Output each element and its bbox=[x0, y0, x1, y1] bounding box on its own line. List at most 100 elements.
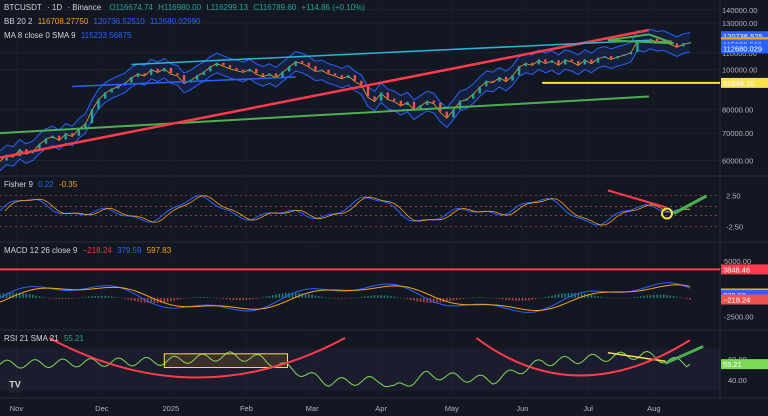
macd-histogram-bar bbox=[515, 297, 517, 301]
macd-histogram-bar bbox=[449, 297, 451, 302]
macd-histogram-bar bbox=[58, 297, 60, 300]
candle bbox=[314, 66, 317, 71]
candle bbox=[215, 62, 219, 67]
macd-histogram-bar bbox=[386, 295, 389, 298]
macd-histogram-bar bbox=[278, 293, 281, 298]
macd-histogram-bar bbox=[110, 296, 113, 298]
fisher-legend[interactable]: Fisher 9 0.22 -0.35 bbox=[4, 180, 80, 190]
price-tick-label: 60000.00 bbox=[722, 157, 753, 166]
fisher-legend-name: Fisher 9 bbox=[4, 180, 33, 189]
macd-histogram-bar bbox=[245, 297, 248, 301]
macd-histogram-bar bbox=[465, 297, 468, 299]
macd-histogram-bar bbox=[639, 296, 642, 298]
macd-histogram-bar bbox=[590, 294, 593, 298]
symbol-legend[interactable]: BTCUSDT · 1D · Binance O116674.74 H11698… bbox=[4, 3, 368, 13]
macd-histogram-bar bbox=[81, 297, 83, 298]
macd-histogram-bar bbox=[101, 295, 103, 298]
macd-histogram-bar bbox=[130, 297, 133, 301]
ohlc-high: H116980.00 bbox=[158, 3, 202, 12]
candle bbox=[202, 71, 205, 76]
macd-histogram-bar bbox=[140, 297, 143, 303]
candle bbox=[655, 38, 659, 42]
macd-histogram-bar bbox=[331, 297, 333, 299]
rsi-band bbox=[0, 348, 720, 391]
macd-histogram-bar bbox=[373, 295, 376, 298]
macd-histogram-bar bbox=[206, 297, 208, 298]
ma-legend[interactable]: MA 8 close 0 SMA 9 115233.56875 bbox=[4, 31, 134, 41]
macd-histogram-bar bbox=[242, 297, 244, 301]
candle bbox=[44, 138, 48, 144]
macd-histogram-bar bbox=[416, 297, 419, 302]
candle bbox=[235, 67, 238, 70]
candle bbox=[149, 68, 153, 76]
macd-histogram-bar bbox=[610, 297, 612, 299]
macd-histogram-bar bbox=[32, 294, 34, 298]
price-tick-label: 130000.00 bbox=[722, 19, 757, 28]
candle bbox=[688, 42, 692, 44]
macd-histogram-bar bbox=[685, 297, 688, 299]
macd-histogram-bar bbox=[682, 297, 685, 299]
candle bbox=[103, 92, 107, 99]
macd-histogram-bar bbox=[475, 297, 478, 298]
macd-histogram-bar bbox=[554, 294, 557, 298]
ma-value: 115233.56875 bbox=[80, 31, 132, 40]
time-tick-label: 2025 bbox=[163, 404, 180, 413]
macd-histogram-bar bbox=[541, 297, 543, 299]
macd-histogram-bar bbox=[84, 297, 87, 298]
candle bbox=[432, 100, 435, 103]
macd-histogram-bar bbox=[633, 297, 635, 298]
candle bbox=[386, 92, 389, 99]
macd-histogram-bar bbox=[551, 295, 553, 298]
time-tick-label: Jun bbox=[516, 404, 528, 413]
macd-histogram-bar bbox=[48, 297, 51, 299]
macd-histogram-bar bbox=[600, 296, 603, 298]
macd-histogram-bar bbox=[268, 295, 271, 298]
macd-histogram-bar bbox=[370, 295, 373, 298]
macd-histogram-bar bbox=[653, 294, 655, 298]
chart-canvas[interactable]: 140000.00130000.00110000.00100000.008000… bbox=[0, 0, 768, 416]
candle bbox=[353, 75, 357, 81]
candle bbox=[471, 93, 475, 99]
macd-hist-value: −218.24 bbox=[82, 246, 112, 255]
macd-histogram-bar bbox=[498, 297, 501, 300]
macd-histogram-bar bbox=[656, 294, 658, 298]
price-label-text: 112680.029 bbox=[723, 44, 762, 53]
symbol-title: BTCUSDT · 1D · Binance bbox=[4, 3, 102, 12]
candle bbox=[511, 75, 514, 81]
macd-histogram-bar bbox=[423, 297, 425, 303]
macd-histogram-bar bbox=[561, 293, 563, 298]
time-tick-label: Dec bbox=[95, 404, 109, 413]
macd-histogram-bar bbox=[607, 297, 609, 299]
macd-histogram-bar bbox=[321, 296, 323, 298]
macd-histogram-bar bbox=[124, 297, 126, 299]
macd-histogram-bar bbox=[222, 297, 225, 299]
macd-histogram-bar bbox=[176, 297, 179, 300]
macd-histogram-bar bbox=[452, 297, 455, 301]
candle bbox=[379, 92, 383, 101]
rsi-legend[interactable]: RSI 21 SMA 21 55.21 bbox=[4, 334, 87, 344]
macd-histogram-bar bbox=[547, 296, 550, 298]
candle bbox=[577, 61, 580, 65]
macd-histogram-bar bbox=[71, 297, 74, 299]
candle bbox=[307, 62, 311, 67]
bb-legend[interactable]: BB 20 2 116708.27750 120736.52510 112680… bbox=[4, 17, 204, 27]
macd-histogram-bar bbox=[87, 296, 90, 298]
macd-histogram-bar bbox=[74, 297, 77, 299]
candle bbox=[241, 69, 245, 72]
macd-histogram-bar bbox=[603, 297, 606, 298]
macd-histogram-bar bbox=[597, 296, 599, 298]
macd-histogram-bar bbox=[163, 297, 166, 303]
macd-legend[interactable]: MACD 12 26 close 9 −218.24 379.59 597.83 bbox=[4, 246, 174, 256]
macd-histogram-bar bbox=[219, 297, 221, 299]
macd-histogram-bar bbox=[212, 297, 215, 299]
macd-histogram-bar bbox=[28, 294, 31, 298]
macd-histogram-bar bbox=[646, 295, 649, 298]
macd-histogram-bar bbox=[508, 297, 511, 301]
macd-histogram-bar bbox=[593, 295, 596, 298]
candle bbox=[517, 66, 521, 76]
macd-histogram-bar bbox=[482, 297, 484, 298]
macd-histogram-bar bbox=[166, 297, 169, 302]
macd-histogram-bar bbox=[672, 296, 675, 298]
macd-histogram-bar bbox=[202, 296, 205, 298]
macd-histogram-bar bbox=[689, 297, 691, 300]
